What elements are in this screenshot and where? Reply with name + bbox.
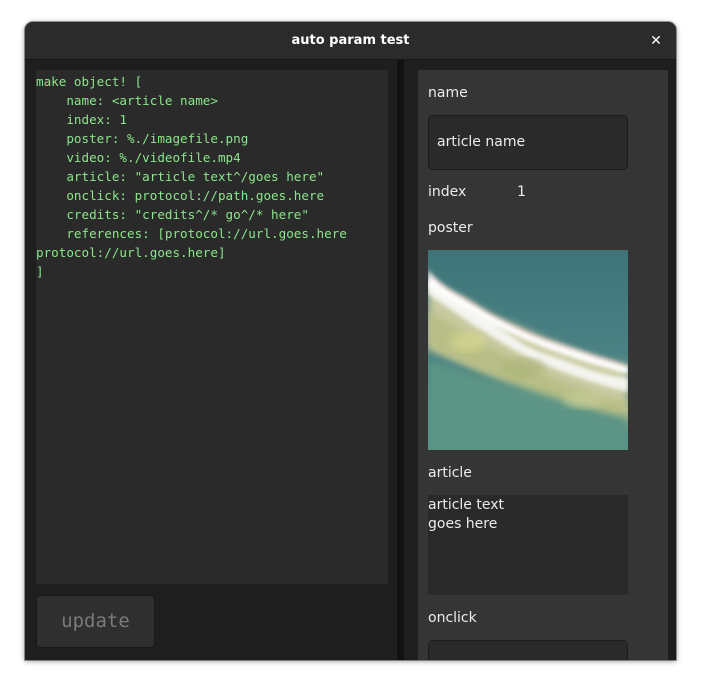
preview-pane: name article name index 1 poster article… (404, 60, 676, 660)
onclick-field[interactable] (428, 640, 628, 660)
onclick-label: onclick (428, 610, 477, 626)
name-field[interactable]: article name (428, 115, 628, 170)
editor-pane: make object! [ name: <article name> inde… (25, 60, 397, 660)
param-form: name article name index 1 poster article… (418, 70, 668, 660)
article-textarea[interactable]: article text goes here (428, 495, 628, 595)
app-window: auto param test ✕ make object! [ name: <… (25, 22, 676, 660)
window-title: auto param test (291, 33, 410, 48)
poster-image (428, 250, 628, 450)
index-label: index (428, 184, 467, 200)
pane-divider[interactable] (397, 60, 404, 660)
code-editor[interactable]: make object! [ name: <article name> inde… (36, 70, 388, 584)
index-value: 1 (517, 184, 526, 200)
name-label: name (428, 85, 468, 101)
update-button[interactable]: update (36, 595, 155, 648)
poster-label: poster (428, 220, 473, 236)
title-bar[interactable]: auto param test ✕ (25, 22, 676, 60)
article-label: article (428, 465, 472, 481)
close-icon[interactable]: ✕ (644, 29, 668, 53)
